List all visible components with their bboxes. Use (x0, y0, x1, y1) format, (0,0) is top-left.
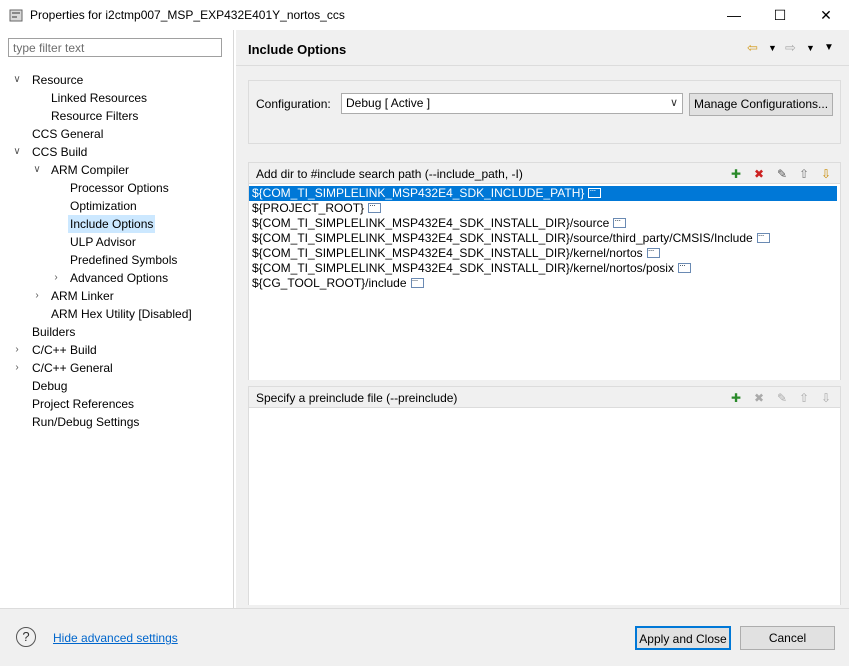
more-icon[interactable] (368, 198, 382, 213)
collapse-chevron-icon[interactable]: ∨ (12, 71, 22, 89)
configuration-select[interactable]: Debug [ Active ] ∨ (341, 93, 683, 114)
tree-item-project-references[interactable]: Project References (32, 395, 134, 413)
path-text: ${COM_TI_SIMPLELINK_MSP432E4_SDK_INSTALL… (252, 231, 753, 245)
tree-item-include-options[interactable]: Include Options (68, 215, 156, 233)
more-icon[interactable] (613, 213, 627, 228)
close-icon[interactable]: ✕ (803, 0, 849, 30)
list-item[interactable]: ${COM_TI_SIMPLELINK_MSP432E4_SDK_INSTALL… (249, 228, 837, 246)
path-text: ${COM_TI_SIMPLELINK_MSP432E4_SDK_INSTALL… (252, 246, 643, 260)
tree-item-run-debug-settings[interactable]: Run/Debug Settings (32, 413, 139, 431)
edit-icon: ✎ (776, 391, 788, 405)
move-up-icon: ⇧ (798, 391, 810, 405)
window-title: Properties for i2ctmp007_MSP_EXP432E401Y… (30, 8, 345, 22)
preinclude-title: Specify a preinclude file (--preinclude) (256, 391, 458, 405)
list-item[interactable]: ${COM_TI_SIMPLELINK_MSP432E4_SDK_INCLUDE… (249, 183, 837, 201)
list-item[interactable]: ${COM_TI_SIMPLELINK_MSP432E4_SDK_INSTALL… (249, 258, 837, 276)
hide-advanced-settings-link[interactable]: Hide advanced settings (53, 631, 178, 645)
expand-chevron-icon[interactable]: › (12, 341, 22, 359)
tree-item-ccs-build[interactable]: CCS Build (32, 143, 87, 161)
more-icon[interactable] (756, 228, 770, 243)
list-item[interactable]: ${PROJECT_ROOT} (249, 198, 837, 216)
tree-item-ccs-general[interactable]: CCS General (32, 125, 103, 143)
collapse-chevron-icon[interactable]: ∨ (32, 161, 42, 179)
preference-tree-panel: ∨ Resource Linked Resources Resource Fil… (0, 30, 233, 608)
tree-item-arm-linker[interactable]: ARM Linker (51, 287, 114, 305)
collapse-chevron-icon[interactable]: ∨ (12, 143, 22, 161)
path-text: ${COM_TI_SIMPLELINK_MSP432E4_SDK_INSTALL… (252, 261, 674, 275)
move-down-icon: ⇩ (820, 391, 832, 405)
tree-item-ulp-advisor[interactable]: ULP Advisor (70, 233, 136, 251)
forward-arrow-icon[interactable]: ⇨ (785, 40, 796, 56)
properties-window-icon (9, 9, 23, 22)
delete-icon[interactable]: ✖ (751, 166, 767, 182)
page-title: Include Options (248, 42, 347, 57)
chevron-down-icon[interactable]: ▼ (806, 40, 815, 56)
chevron-down-icon: ∨ (669, 97, 678, 109)
move-down-icon[interactable]: ⇩ (818, 166, 834, 182)
include-path-list[interactable]: ${COM_TI_SIMPLELINK_MSP432E4_SDK_INCLUDE… (249, 183, 840, 380)
tree-item-builders[interactable]: Builders (32, 323, 75, 341)
tree-item-resource-filters[interactable]: Resource Filters (51, 107, 138, 125)
configuration-label: Configuration: (256, 97, 331, 111)
path-text: ${COM_TI_SIMPLELINK_MSP432E4_SDK_INSTALL… (252, 216, 610, 230)
tree-item-cpp-build[interactable]: C/C++ Build (32, 341, 97, 359)
maximize-icon[interactable]: ☐ (757, 0, 803, 30)
tree-item-processor-options[interactable]: Processor Options (70, 179, 169, 197)
preinclude-list[interactable] (249, 407, 840, 605)
path-text: ${CG_TOOL_ROOT}/include (252, 276, 407, 290)
list-item[interactable]: ${COM_TI_SIMPLELINK_MSP432E4_SDK_INSTALL… (249, 243, 837, 261)
configuration-value: Debug [ Active ] (346, 96, 431, 110)
add-icon[interactable]: ✚ (728, 166, 744, 182)
back-arrow-icon[interactable]: ⇦ (747, 40, 758, 56)
path-text: ${COM_TI_SIMPLELINK_MSP432E4_SDK_INCLUDE… (252, 186, 585, 200)
delete-icon: ✖ (753, 391, 765, 405)
tree-item-debug[interactable]: Debug (32, 377, 67, 395)
tree-item-linked-resources[interactable]: Linked Resources (51, 89, 147, 107)
panel-splitter[interactable] (233, 30, 234, 608)
path-text: ${PROJECT_ROOT} (252, 201, 365, 215)
apply-and-close-button[interactable]: Apply and Close (635, 626, 731, 650)
list-item[interactable]: ${CG_TOOL_ROOT}/include (249, 273, 837, 291)
minimize-icon[interactable]: — (711, 0, 757, 30)
tree-item-predefined-symbols[interactable]: Predefined Symbols (70, 251, 177, 269)
list-item[interactable]: ${COM_TI_SIMPLELINK_MSP432E4_SDK_INSTALL… (249, 213, 837, 231)
filter-input[interactable] (8, 38, 222, 57)
expand-chevron-icon[interactable]: › (51, 269, 61, 287)
help-icon[interactable]: ? (16, 627, 36, 647)
tree-item-arm-hex-utility[interactable]: ARM Hex Utility [Disabled] (51, 305, 192, 323)
expand-chevron-icon[interactable]: › (32, 287, 42, 305)
tree-item-resource[interactable]: Resource (32, 71, 83, 89)
chevron-down-icon[interactable]: ▼ (768, 40, 777, 56)
more-icon[interactable] (677, 258, 691, 273)
view-menu-icon[interactable]: ▼ (824, 40, 834, 56)
more-icon[interactable] (588, 183, 602, 198)
add-icon[interactable]: ✚ (728, 390, 744, 406)
tree-item-advanced-options[interactable]: Advanced Options (70, 269, 168, 287)
tree-item-cpp-general[interactable]: C/C++ General (32, 359, 113, 377)
expand-chevron-icon[interactable]: › (12, 359, 22, 377)
edit-icon[interactable]: ✎ (774, 166, 790, 182)
move-up-icon[interactable]: ⇧ (796, 166, 812, 182)
manage-configurations-button[interactable]: Manage Configurations... (689, 93, 833, 116)
more-icon[interactable] (410, 273, 424, 288)
tree-item-arm-compiler[interactable]: ARM Compiler (51, 161, 129, 179)
include-path-title: Add dir to #include search path (--inclu… (256, 167, 523, 181)
more-icon[interactable] (646, 243, 660, 258)
tree-item-optimization[interactable]: Optimization (70, 197, 137, 215)
cancel-button[interactable]: Cancel (740, 626, 835, 650)
